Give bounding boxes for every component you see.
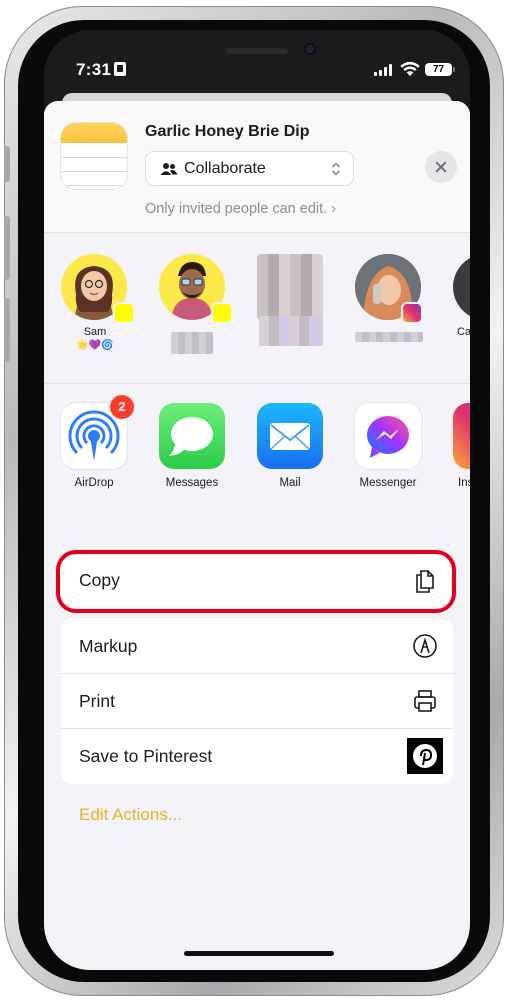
people-suggestions-row: Sam 🌟💜🌀 Ca	[44, 234, 470, 384]
messages-app[interactable]: Messages	[152, 403, 232, 503]
wifi-icon	[400, 61, 420, 76]
messages-icon	[159, 403, 225, 469]
person-name: Ca	[457, 326, 470, 338]
snapchat-icon	[113, 302, 135, 324]
chevron-up-down-icon	[331, 162, 341, 176]
snapchat-icon	[211, 302, 233, 324]
instagram-icon	[401, 302, 423, 324]
action-label: Save to Pinterest	[79, 746, 213, 766]
instagram-app[interactable]: Ins	[446, 403, 470, 503]
cellular-signal-icon	[374, 64, 394, 76]
avatar	[453, 254, 470, 320]
speaker-grille	[226, 48, 288, 54]
share-header: Garlic Honey Brie Dip Collaborate Only i…	[44, 101, 470, 233]
volume-up-button	[4, 216, 10, 280]
mail-icon	[257, 403, 323, 469]
close-button[interactable]	[425, 151, 457, 183]
person-name: Sam	[83, 326, 107, 338]
front-camera	[306, 45, 314, 53]
app-label: Mail	[279, 477, 301, 489]
share-sheet: Garlic Honey Brie Dip Collaborate Only i…	[44, 101, 470, 970]
app-label: Ins	[458, 477, 470, 489]
person-suggestion[interactable]	[349, 254, 429, 374]
instagram-icon	[453, 403, 470, 469]
messenger-app[interactable]: Messenger	[348, 403, 428, 503]
document-title: Garlic Honey Brie Dip	[145, 123, 310, 140]
blurred-name	[171, 332, 213, 354]
printer-icon	[414, 690, 436, 712]
airdrop-app[interactable]: 2 AirDrop	[54, 395, 134, 503]
notes-app-icon	[61, 123, 127, 189]
print-action[interactable]: Print	[61, 674, 453, 729]
person-suggestion[interactable]: Ca	[447, 254, 470, 374]
blurred-name	[355, 332, 423, 342]
action-label: Print	[79, 691, 115, 711]
focus-icon	[114, 62, 126, 76]
markup-icon	[413, 634, 437, 658]
mute-switch	[4, 146, 10, 182]
people-icon	[160, 163, 178, 175]
person-suggestion[interactable]	[153, 254, 233, 374]
pinterest-icon	[407, 738, 443, 774]
app-label: Messenger	[359, 477, 417, 489]
apps-row: 2 AirDrop Messages Mail Messenger In	[44, 385, 470, 510]
markup-action[interactable]: Markup	[61, 619, 453, 674]
person-emoji: 🌟💜🌀	[76, 340, 114, 351]
status-bar: 7:31 77	[44, 30, 470, 100]
invite-note-link[interactable]: Only invited people can edit. ›	[145, 201, 336, 217]
avatar	[257, 254, 323, 320]
messenger-icon	[355, 403, 421, 469]
person-suggestion[interactable]	[251, 254, 331, 374]
blurred-name	[259, 316, 323, 346]
person-suggestion[interactable]: Sam 🌟💜🌀	[55, 254, 135, 374]
edit-actions-link[interactable]: Edit Actions...	[79, 805, 182, 825]
battery-icon: 77	[425, 63, 455, 76]
home-indicator[interactable]	[184, 951, 334, 956]
secondary-actions: Markup Print Save to Pinterest	[61, 619, 453, 784]
app-label: AirDrop	[74, 477, 114, 489]
collaborate-button[interactable]: Collaborate	[145, 151, 354, 186]
screen: 7:31 77 Garlic Honey Brie Dip Collaborat…	[44, 30, 470, 970]
mail-app[interactable]: Mail	[250, 403, 330, 503]
status-time: 7:31	[76, 60, 112, 79]
action-label: Markup	[79, 636, 138, 656]
volume-down-button	[4, 298, 10, 362]
notification-badge: 2	[110, 395, 134, 419]
save-to-pinterest-action[interactable]: Save to Pinterest	[61, 729, 453, 784]
collaborate-label: Collaborate	[184, 160, 266, 177]
highlight-outline	[56, 550, 456, 613]
app-label: Messages	[165, 477, 219, 489]
